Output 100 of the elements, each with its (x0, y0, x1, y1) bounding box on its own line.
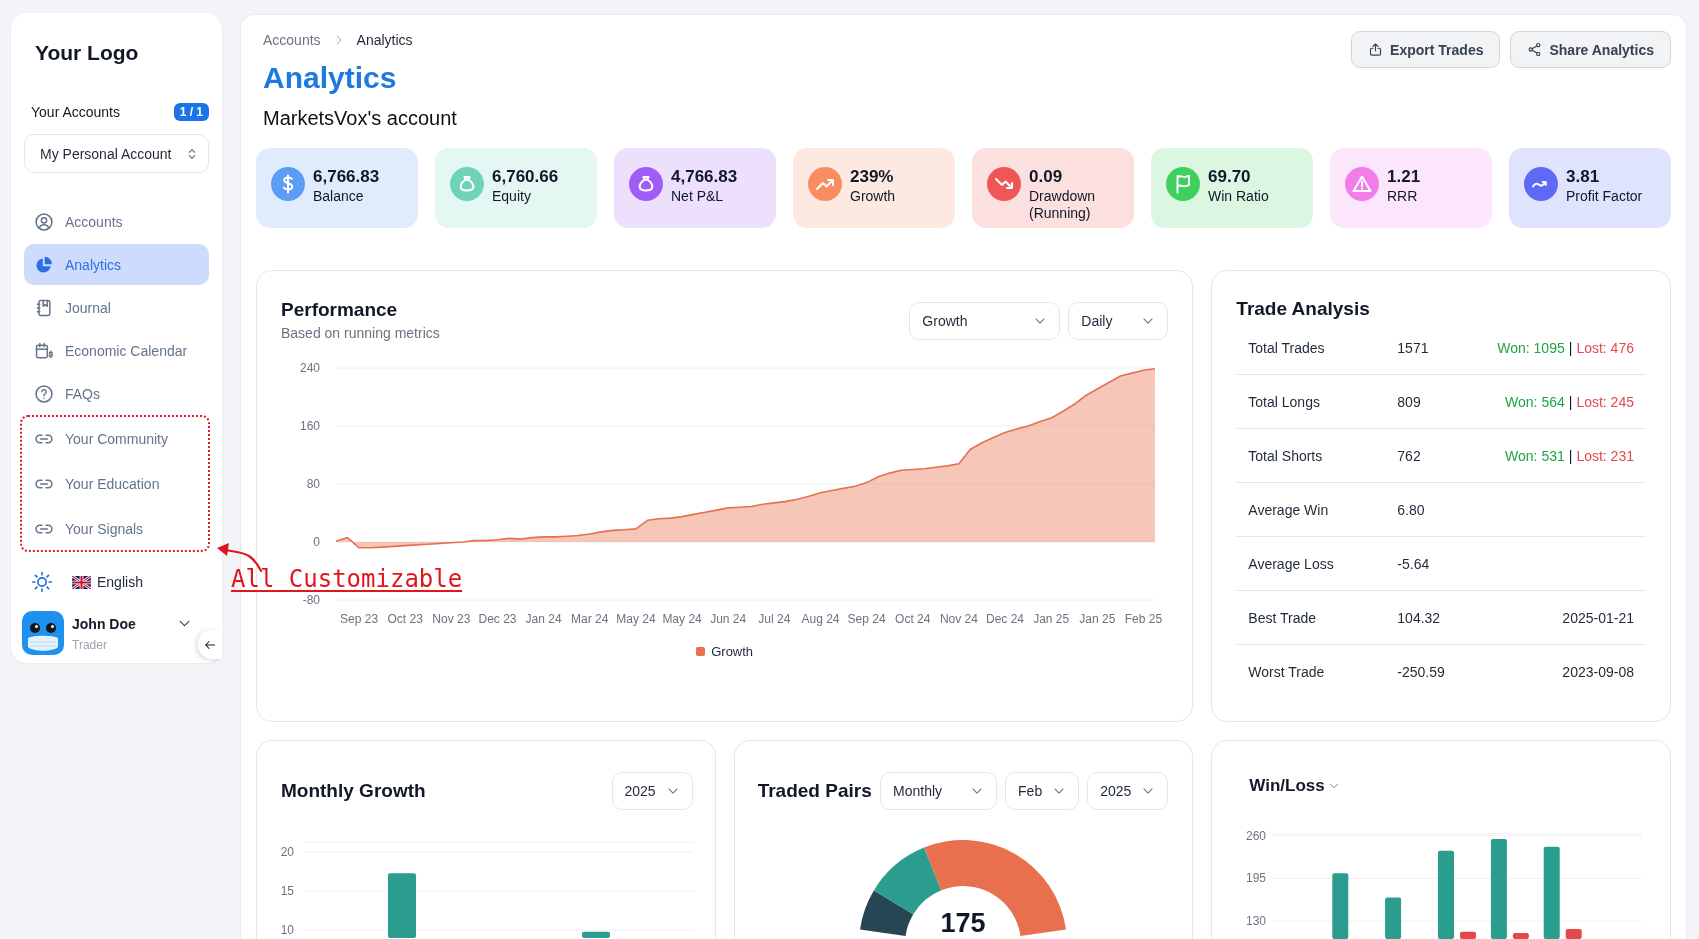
question-circle-icon (34, 383, 54, 404)
trade-date: 2023-09-08 (1562, 664, 1634, 680)
stat-value: 1.21 (1387, 167, 1421, 187)
flag-icon (72, 575, 91, 589)
lost-count: Lost: 231 (1576, 447, 1634, 464)
axis-label: Sep 24 (847, 612, 886, 626)
dropdown[interactable]: Monthly (880, 772, 998, 810)
stat-label: Drawdown (Running) (1029, 188, 1097, 222)
panel-title: Monthly Growth (281, 779, 426, 803)
share-button[interactable]: Share Analytics (1510, 31, 1671, 68)
panel-title: Performance (281, 298, 399, 322)
row-label: Total Shorts (1248, 447, 1324, 464)
avatar-icon (22, 611, 64, 655)
pie-chart-icon (34, 254, 54, 275)
nav-item[interactable]: Journal (24, 287, 209, 328)
panel-title: Trade Analysis (1236, 297, 1371, 321)
axis-label: 195 (1246, 871, 1267, 886)
axis-label: Sep 23 (340, 612, 379, 626)
axis-label: Jan 25 (1033, 612, 1070, 626)
dropdown[interactable]: 2025 (1087, 772, 1169, 810)
user-role: Trader (72, 637, 108, 652)
dropdown[interactable]: Feb (1005, 772, 1080, 810)
stat-label: Growth (850, 188, 896, 205)
axis-label: Oct 23 (387, 612, 423, 626)
breadcrumb-link[interactable]: Accounts (263, 32, 321, 48)
nav-item[interactable]: Accounts (24, 201, 209, 242)
donut-total: 175 (940, 910, 986, 937)
account-name: MarketsVox's account (263, 106, 457, 130)
dropdown[interactable]: 2025 (611, 772, 693, 810)
row-value: -250.59 (1397, 664, 1446, 680)
annotation-text: All Customizable (231, 565, 463, 593)
separator: | (1568, 339, 1573, 356)
stat-label: Win Ratio (1208, 188, 1269, 205)
axis-label: Nov 23 (432, 612, 471, 626)
row-value: -5.64 (1397, 555, 1431, 572)
dropdown[interactable]: Growth (909, 302, 1061, 340)
stat-label: RRR (1387, 188, 1419, 205)
row-label: Total Longs (1248, 393, 1321, 410)
user-name: John Doe (72, 614, 136, 633)
chart-select[interactable]: Win/Loss (1249, 775, 1340, 797)
axis-label: Jan 25 (1079, 612, 1116, 626)
axis-label: Dec 24 (986, 612, 1025, 626)
row-label: Average Loss (1248, 555, 1335, 572)
axis-label: May 24 (616, 612, 656, 626)
axis-label: Mar 24 (571, 612, 609, 626)
stat-value: 0.09 (1029, 167, 1064, 187)
account-select[interactable]: My Personal Account (24, 134, 209, 173)
separator: | (1568, 447, 1573, 464)
axis-label: May 24 (662, 612, 702, 626)
stat-label: Balance (313, 188, 365, 205)
won-count: Won: 1095 (1497, 339, 1565, 356)
axis-label: 240 (299, 361, 320, 375)
panel-subtitle: Based on running metrics (281, 324, 440, 342)
language-select[interactable]: English (72, 574, 143, 590)
sun-icon[interactable] (31, 571, 53, 593)
row-label: Total Trades (1248, 339, 1326, 356)
stat-value: 6,760.66 (492, 167, 559, 187)
trade-date: 2025-01-21 (1562, 609, 1634, 626)
stat-value: 4,766.83 (671, 167, 738, 187)
panel-title: Traded Pairs (757, 779, 872, 803)
user-circle-icon (34, 211, 54, 232)
share-icon (1527, 42, 1543, 57)
row-value: 104.32 (1397, 609, 1442, 626)
account-count-badge: 1 / 1 (173, 103, 209, 121)
upload-icon (1368, 42, 1384, 57)
axis-label: Oct 24 (895, 612, 931, 626)
stat-label: Equity (492, 188, 532, 205)
nav-item[interactable]: Economic Calendar (24, 330, 209, 371)
collapse-button[interactable] (198, 630, 222, 659)
axis-label: Nov 24 (939, 612, 978, 626)
breadcrumb-current: Analytics (356, 32, 413, 48)
notebook-icon (34, 297, 54, 318)
axis-label: 130 (1246, 914, 1267, 929)
legend-label: Growth (711, 643, 754, 659)
axis-label: 0 (313, 535, 320, 549)
axis-label: 80 (306, 477, 320, 491)
axis-label: Jul 24 (758, 612, 791, 626)
nav-item[interactable]: FAQs (24, 373, 209, 414)
axis-label: Dec 23 (478, 612, 517, 626)
row-label: Best Trade (1248, 609, 1318, 626)
row-label: Worst Trade (1248, 664, 1326, 680)
axis-label: 15 (280, 884, 294, 899)
stat-label: Net P&L (671, 188, 725, 205)
export-button[interactable]: Export Trades (1351, 31, 1501, 68)
lost-count: Lost: 245 (1576, 393, 1634, 410)
row-value: 6.80 (1397, 501, 1426, 518)
axis-label: Aug 24 (801, 612, 840, 626)
won-count: Won: 531 (1505, 447, 1565, 464)
stat-value: 69.70 (1208, 167, 1252, 187)
axis-label: 160 (299, 419, 320, 433)
calendar-dollar-icon (34, 340, 54, 361)
axis-label: Jun 24 (710, 612, 747, 626)
nav-item[interactable]: Your Education (24, 463, 208, 504)
axis-label: 260 (1246, 828, 1267, 843)
row-value: 762 (1397, 447, 1422, 464)
dropdown[interactable]: Daily (1068, 302, 1169, 340)
nav-item[interactable]: Your Signals (24, 508, 208, 549)
nav-item[interactable]: Your Community (24, 418, 208, 459)
stat-label: Profit Factor (1566, 188, 1643, 205)
stat-value: 239% (850, 167, 895, 187)
